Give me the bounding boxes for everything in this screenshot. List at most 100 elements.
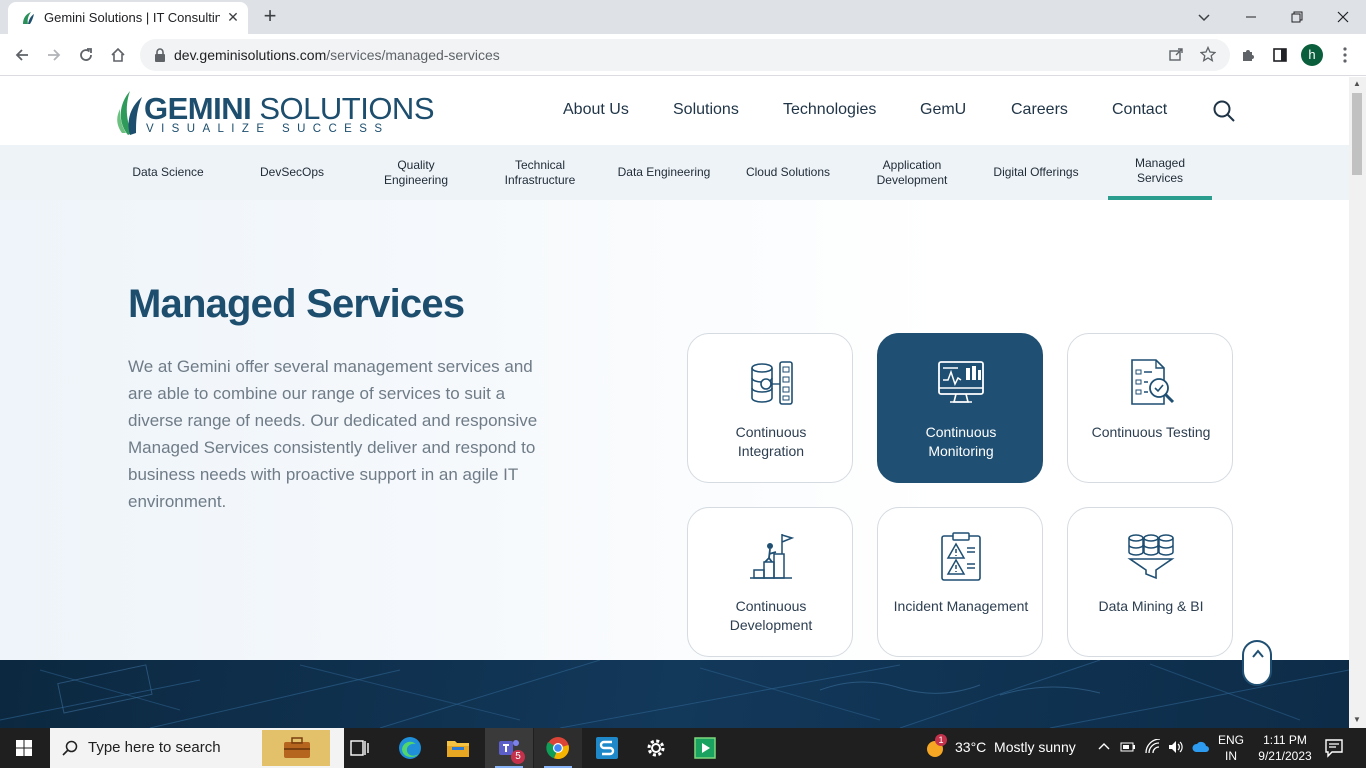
subnav-technical-infrastructure[interactable]: Technical Infrastructure	[480, 145, 600, 200]
search-highlight-image	[262, 730, 330, 766]
reload-button[interactable]	[74, 43, 98, 67]
page-title: Managed Services	[128, 282, 465, 326]
card-label: Continuous Development	[694, 597, 848, 635]
gemini-favicon-icon	[23, 12, 34, 24]
nav-solutions[interactable]: Solutions	[673, 101, 739, 119]
taskbar-file-explorer[interactable]	[434, 728, 482, 768]
task-view-button[interactable]	[336, 728, 384, 768]
teams-notification-badge: 5	[511, 750, 525, 764]
url-text[interactable]: dev.geminisolutions.com/services/managed…	[174, 47, 500, 63]
logo-wordmark: GEMINI SOLUTIONS	[144, 91, 434, 127]
subnav-quality-engineering[interactable]: Quality Engineering	[356, 145, 476, 200]
subnav-application-development[interactable]: Application Development	[852, 145, 972, 200]
browser-toolbar: dev.geminisolutions.com/services/managed…	[0, 34, 1366, 76]
nav-technologies[interactable]: Technologies	[783, 101, 876, 119]
url-path: /services/managed-services	[326, 47, 500, 63]
language-indicator[interactable]: ENG IN	[1218, 732, 1244, 764]
scrollbar-thumb[interactable]	[1352, 93, 1362, 175]
subnav-label: Cloud Solutions	[745, 165, 831, 179]
close-window-button[interactable]	[1320, 0, 1366, 34]
taskbar-search-placeholder: Type here to search	[88, 739, 221, 756]
card-label-line2: Integration	[737, 443, 805, 459]
taskbar-media-app[interactable]	[681, 728, 729, 768]
subnav-devsecops[interactable]: DevSecOps	[232, 145, 352, 200]
nav-careers[interactable]: Careers	[1011, 101, 1068, 119]
card-label: Continuous Monitoring	[884, 423, 1038, 461]
home-button[interactable]	[106, 43, 130, 67]
show-hidden-icons-chevron-icon[interactable]	[1097, 740, 1111, 757]
subnav-data-engineering[interactable]: Data Engineering	[604, 145, 724, 200]
logo-word-light: SOLUTIONS	[251, 91, 434, 126]
lock-icon[interactable]	[154, 48, 166, 62]
windows-taskbar: Type here to search 5 1 33°C Mostly sunn…	[0, 728, 1366, 768]
site-logo[interactable]: GEMINI SOLUTIONS VISUALIZE SUCCESS	[116, 85, 434, 135]
card-continuous-development[interactable]: Continuous Development	[687, 507, 853, 657]
card-continuous-testing[interactable]: Continuous Testing	[1067, 333, 1233, 483]
page-description: We at Gemini offer several management se…	[128, 357, 538, 511]
nav-about-us[interactable]: About Us	[563, 101, 629, 119]
taskbar-app-s[interactable]	[583, 728, 631, 768]
taskbar-chrome[interactable]	[534, 728, 582, 768]
nav-gemu[interactable]: GemU	[920, 101, 966, 119]
restore-button[interactable]	[1274, 0, 1320, 34]
chevron-up-icon	[1252, 649, 1264, 658]
subnav-digital-offerings[interactable]: Digital Offerings	[976, 145, 1096, 200]
back-button[interactable]	[10, 43, 34, 67]
profile-avatar[interactable]: h	[1301, 44, 1323, 66]
gemini-leaf-logo-icon	[117, 91, 142, 135]
chrome-icon	[546, 737, 569, 760]
subnav-managed-services[interactable]: Managed Services	[1108, 145, 1212, 200]
card-continuous-integration[interactable]: Continuous Integration	[687, 333, 853, 483]
weather-badge: 1	[935, 734, 947, 746]
card-incident-management[interactable]: Incident Management	[877, 507, 1043, 657]
tab-search-chevron-icon[interactable]	[1181, 0, 1227, 34]
scroll-down-arrow-icon[interactable]: ▼	[1353, 715, 1361, 724]
card-continuous-monitoring[interactable]: Continuous Monitoring	[877, 333, 1043, 483]
minimize-button[interactable]	[1228, 0, 1274, 34]
browser-tab-strip: Gemini Solutions | IT Consulting ✕ +	[0, 0, 1366, 34]
new-tab-button[interactable]: +	[258, 5, 282, 29]
briefcase-icon	[284, 737, 310, 758]
subnav-data-science[interactable]: Data Science	[108, 145, 228, 200]
task-view-icon	[350, 740, 369, 756]
scroll-up-arrow-icon[interactable]: ▲	[1353, 79, 1361, 88]
taskbar-settings[interactable]	[632, 728, 680, 768]
card-label: Continuous Integration	[694, 423, 848, 461]
notification-center-icon[interactable]	[1324, 738, 1344, 761]
banner-background-graphic	[0, 660, 1349, 728]
card-label-line2: Monitoring	[928, 443, 994, 459]
card-data-mining-bi[interactable]: Data Mining & BI	[1067, 507, 1233, 657]
card-label: Continuous Testing	[1074, 423, 1228, 442]
start-button[interactable]	[0, 728, 48, 768]
address-bar[interactable]: dev.geminisolutions.com/services/managed…	[140, 39, 1230, 71]
share-icon[interactable]	[1166, 46, 1186, 66]
subnav-label: Application Development	[876, 157, 948, 187]
side-panel-icon[interactable]	[1269, 44, 1291, 66]
card-label: Incident Management	[884, 597, 1038, 616]
subnav-label: Data Science	[132, 165, 204, 179]
card-label-line1: Incident Management	[893, 598, 1029, 614]
onedrive-cloud-icon[interactable]	[1192, 740, 1210, 757]
battery-icon[interactable]	[1120, 740, 1136, 757]
taskbar-edge[interactable]	[386, 728, 434, 768]
services-subnav: Data Science DevSecOps Quality Engineeri…	[0, 145, 1349, 200]
search-icon[interactable]	[1212, 99, 1236, 123]
subnav-cloud-solutions[interactable]: Cloud Solutions	[728, 145, 848, 200]
forward-button[interactable]	[42, 43, 66, 67]
wifi-icon[interactable]	[1145, 738, 1161, 758]
language-region: IN	[1225, 749, 1237, 763]
clock[interactable]: 1:11 PM 9/21/2023	[1252, 732, 1318, 764]
tab-close-icon[interactable]: ✕	[224, 8, 242, 26]
taskbar-teams[interactable]: 5	[485, 728, 533, 768]
taskbar-search-box[interactable]: Type here to search	[50, 728, 344, 768]
volume-icon[interactable]	[1168, 739, 1184, 758]
back-to-top-button[interactable]	[1242, 640, 1272, 686]
browser-tab[interactable]: Gemini Solutions | IT Consulting ✕	[8, 2, 248, 34]
page-scrollbar[interactable]: ▲ ▼	[1349, 77, 1366, 728]
bookmark-star-icon[interactable]	[1198, 45, 1218, 66]
card-label-line1: Continuous	[735, 598, 807, 614]
extensions-puzzle-icon[interactable]	[1237, 44, 1259, 66]
nav-contact[interactable]: Contact	[1112, 101, 1167, 119]
browser-menu-icon[interactable]	[1334, 44, 1356, 66]
subnav-label: Quality Engineering	[383, 157, 449, 187]
